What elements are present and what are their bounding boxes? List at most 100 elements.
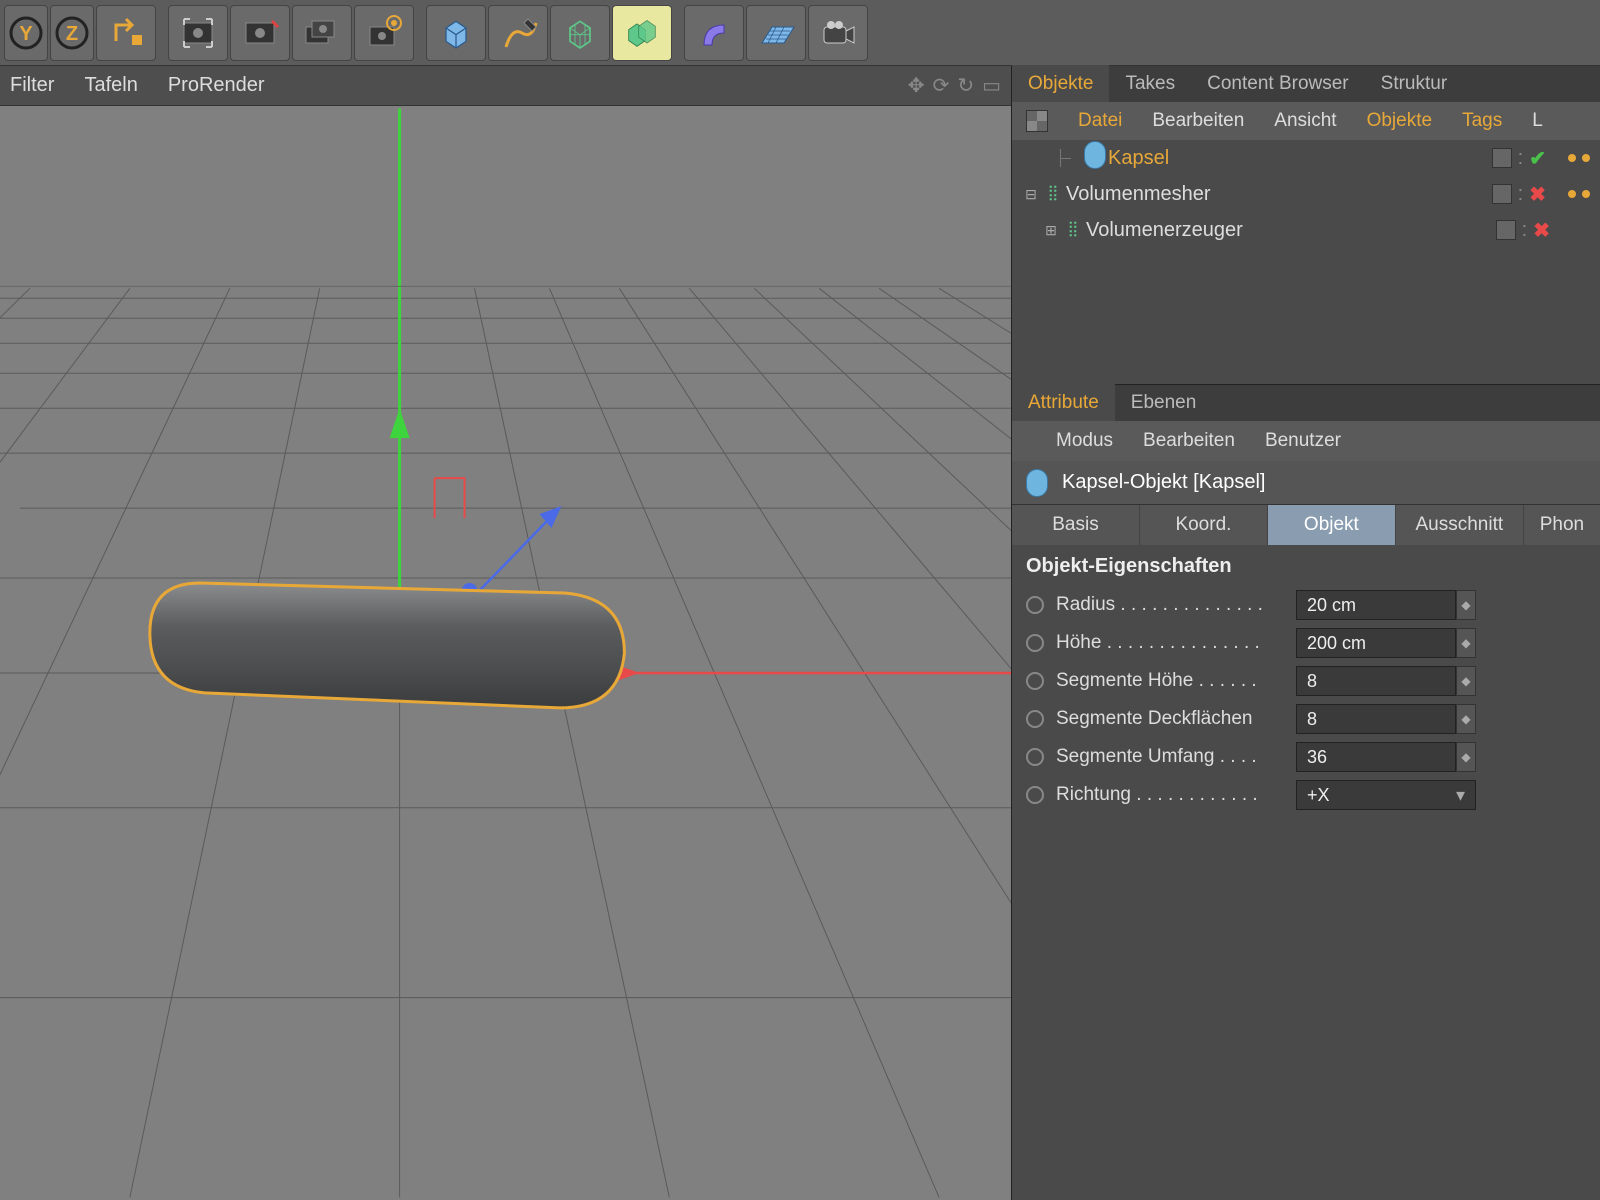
tab-structure[interactable]: Struktur [1365,65,1464,103]
spinner-icon[interactable]: ◆ [1456,590,1476,620]
prop-label: Höhe . . . . . . . . . . . . . . . [1056,632,1296,654]
tree-item-label: Kapsel [1108,147,1169,170]
viewport-menu: Filter Tafeln ProRender ✥ ⟳ ↻ ▭ [0,66,1011,106]
render-view-button[interactable] [168,5,228,61]
attr-tab-koord[interactable]: Koord. [1140,505,1268,545]
viewport-menu-panels[interactable]: Tafeln [84,74,137,97]
viewport-panel: Filter Tafeln ProRender ✥ ⟳ ↻ ▭ [0,66,1012,1200]
anim-dot-icon[interactable] [1026,748,1044,766]
tab-objects[interactable]: Objekte [1012,65,1109,103]
prop-seg-rotation: Segmente Umfang . . . . 36 ◆ [1026,738,1586,776]
visibility-dots[interactable]: : [1518,183,1524,206]
objects-menu-file[interactable]: Datei [1078,110,1122,132]
nav-move-icon[interactable]: ✥ [908,73,925,98]
anim-dot-icon[interactable] [1026,710,1044,728]
anim-dot-icon[interactable] [1026,596,1044,614]
height-input[interactable]: 200 cm [1296,628,1456,658]
prop-label: Segmente Höhe . . . . . . [1056,670,1296,692]
objects-menu-objects[interactable]: Objekte [1367,110,1432,132]
nav-rotate-icon[interactable]: ↻ [957,73,974,98]
anim-dot-icon[interactable] [1026,672,1044,690]
prop-label: Segmente Deckflächen [1056,708,1296,730]
expand-icon[interactable]: ⊟ [1022,186,1040,203]
objects-menu-more[interactable]: L [1532,110,1543,132]
spinner-icon[interactable]: ◆ [1456,704,1476,734]
tag-dot[interactable] [1582,190,1590,198]
enable-check-icon[interactable]: ✖ [1529,182,1546,207]
layer-swatch[interactable] [1496,220,1516,240]
primitive-cube-button[interactable] [426,5,486,61]
attr-tab-basis[interactable]: Basis [1012,505,1140,545]
spinner-icon[interactable]: ◆ [1456,628,1476,658]
spline-pen-button[interactable] [488,5,548,61]
tab-attribute[interactable]: Attribute [1012,384,1115,422]
capsule-object[interactable] [150,583,625,708]
tree-row-kapsel[interactable]: Kapsel : ✔ [1012,140,1600,176]
layer-swatch[interactable] [1492,148,1512,168]
objects-submenu: Datei Bearbeiten Ansicht Objekte Tags L [1012,102,1600,140]
visibility-dots[interactable]: : [1518,147,1524,170]
seg-height-input[interactable]: 8 [1296,666,1456,696]
direction-dropdown[interactable]: +X▾ [1296,780,1476,810]
attr-tab-objekt[interactable]: Objekt [1268,505,1396,545]
anim-dot-icon[interactable] [1026,786,1044,804]
right-panel: Objekte Takes Content Browser Struktur D… [1012,66,1600,1200]
viewport-menu-renderer[interactable]: ProRender [168,74,265,97]
nav-zoom-icon[interactable]: ⟳ [933,73,950,98]
objects-menu-view[interactable]: Ansicht [1274,110,1336,132]
tree-item-label: Volumenerzeuger [1086,219,1243,242]
enable-check-icon[interactable]: ✖ [1533,218,1550,243]
objects-menu-tags[interactable]: Tags [1462,110,1502,132]
generator-array-button[interactable] [550,5,610,61]
nav-frame-icon[interactable]: ▭ [982,73,1001,98]
expand-icon[interactable]: ⊞ [1042,222,1060,239]
generator-instance-button[interactable] [612,5,672,61]
render-queue-button[interactable] [292,5,352,61]
attr-menu-edit[interactable]: Bearbeiten [1143,430,1235,452]
prop-direction: Richtung . . . . . . . . . . . . +X▾ [1026,776,1586,814]
parent-arrow-button[interactable] [96,5,156,61]
anim-dot-icon[interactable] [1026,634,1044,652]
attr-tab-phong[interactable]: Phon [1524,505,1600,545]
objects-tabs: Objekte Takes Content Browser Struktur [1012,66,1600,102]
axis-z-button[interactable]: Z [50,5,94,61]
tree-row-volumenmesher[interactable]: ⊟ ⦙⦙ Volumenmesher : ✖ [1012,176,1600,212]
attr-tab-ausschnitt[interactable]: Ausschnitt [1396,505,1524,545]
layer-grid-icon[interactable] [1026,110,1048,132]
deformer-bend-button[interactable] [684,5,744,61]
svg-text:Y: Y [19,23,33,45]
tree-row-volumenerzeuger[interactable]: ⊞ ⦙⦙ Volumenerzeuger : ✖ [1012,212,1600,248]
tag-dot[interactable] [1582,154,1590,162]
layer-swatch[interactable] [1492,184,1512,204]
viewport-canvas[interactable] [0,106,1011,1200]
attr-menu-mode[interactable]: Modus [1056,430,1113,452]
attribute-section: Objekt-Eigenschaften Radius . . . . . . … [1012,545,1600,1200]
seg-caps-input[interactable]: 8 [1296,704,1456,734]
tag-dot[interactable] [1568,190,1576,198]
tab-layers[interactable]: Ebenen [1115,384,1213,422]
render-picture-button[interactable] [230,5,290,61]
attribute-header: Kapsel-Objekt [Kapsel] [1012,461,1600,505]
axis-y-button[interactable]: Y [4,5,48,61]
tree-item-label: Volumenmesher [1066,183,1211,206]
section-title: Objekt-Eigenschaften [1026,555,1586,578]
objects-menu-edit[interactable]: Bearbeiten [1152,110,1244,132]
tab-content-browser[interactable]: Content Browser [1191,65,1365,103]
render-settings-button[interactable] [354,5,414,61]
radius-input[interactable]: 20 cm [1296,590,1456,620]
floor-plane-button[interactable] [746,5,806,61]
tag-dot[interactable] [1568,154,1576,162]
camera-button[interactable] [808,5,868,61]
tab-takes[interactable]: Takes [1109,65,1191,103]
chevron-down-icon: ▾ [1456,785,1465,806]
viewport-menu-filter[interactable]: Filter [10,74,54,97]
seg-rotation-input[interactable]: 36 [1296,742,1456,772]
spinner-icon[interactable]: ◆ [1456,742,1476,772]
visibility-dots[interactable]: : [1522,219,1528,242]
prop-height: Höhe . . . . . . . . . . . . . . . 200 c… [1026,624,1586,662]
attr-menu-user[interactable]: Benutzer [1265,430,1341,452]
enable-check-icon[interactable]: ✔ [1529,146,1546,171]
prop-radius: Radius . . . . . . . . . . . . . . 20 cm… [1026,586,1586,624]
viewport-scene [0,106,1011,1200]
spinner-icon[interactable]: ◆ [1456,666,1476,696]
